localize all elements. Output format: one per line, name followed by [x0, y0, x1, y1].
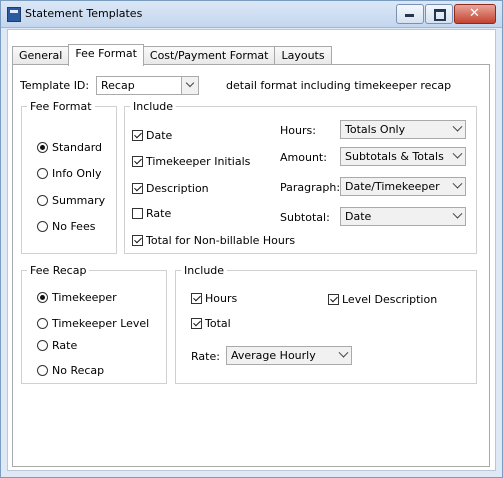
- subtotal-label: Subtotal:: [280, 211, 330, 224]
- radio-recap-rate-dot: [37, 339, 48, 351]
- check-recap-total-box: [191, 317, 202, 329]
- hours-label: Hours:: [280, 124, 316, 137]
- radio-recap-timekeeper-level-label: Timekeeper Level: [52, 316, 150, 330]
- check-date-box: [132, 129, 143, 141]
- recap-include-title: Include: [184, 264, 225, 277]
- radio-recap-timekeeper-dot: [37, 291, 48, 303]
- check-date-label: Date: [146, 128, 173, 142]
- check-description-label: Description: [146, 181, 209, 195]
- check-rate[interactable]: Rate: [132, 206, 171, 220]
- window-title: Statement Templates: [25, 7, 143, 20]
- check-non-billable-hours-box: [132, 234, 143, 246]
- maximize-button[interactable]: [425, 4, 453, 24]
- tab-general[interactable]: General: [12, 46, 70, 65]
- radio-summary-label: Summary: [52, 193, 106, 207]
- maximize-icon: [434, 9, 446, 21]
- check-level-description-box: [328, 293, 339, 305]
- template-id-value: Recap: [101, 79, 135, 92]
- tab-fee-format[interactable]: Fee Format: [68, 44, 144, 66]
- subtotal-select-value: Date: [345, 210, 372, 223]
- chevron-down-icon: [452, 178, 463, 189]
- hours-select-value: Totals Only: [345, 123, 406, 136]
- chevron-down-icon: [338, 347, 349, 358]
- close-button[interactable]: ✕: [454, 4, 496, 24]
- radio-info-only-dot: [37, 167, 48, 179]
- radio-standard-dot: [37, 141, 48, 153]
- close-icon: ✕: [469, 6, 480, 21]
- template-id-dropdown-button[interactable]: [181, 76, 199, 95]
- amount-select[interactable]: Subtotals & Totals: [340, 147, 466, 166]
- chevron-down-icon: [452, 121, 463, 132]
- check-description[interactable]: Description: [132, 181, 209, 195]
- rate-label: Rate:: [191, 350, 220, 363]
- check-level-description[interactable]: Level Description: [328, 292, 437, 306]
- radio-recap-rate-label: Rate: [52, 338, 78, 352]
- minimize-button[interactable]: [396, 4, 424, 24]
- radio-recap-timekeeper-level[interactable]: Timekeeper Level: [37, 316, 149, 330]
- minimize-icon: [405, 14, 414, 17]
- rate-select-value: Average Hourly: [231, 349, 316, 362]
- radio-standard-label: Standard: [52, 140, 103, 154]
- template-description: detail format including timekeeper recap: [226, 79, 452, 92]
- chevron-down-icon: [185, 78, 195, 88]
- radio-no-recap-label: No Recap: [52, 363, 105, 377]
- paragraph-select[interactable]: Date/Timekeeper: [340, 177, 466, 196]
- check-rate-box: [132, 207, 143, 219]
- check-recap-total-label: Total: [205, 316, 231, 330]
- include-title: Include: [133, 100, 174, 113]
- check-recap-total[interactable]: Total: [191, 316, 231, 330]
- tab-cost-payment-format[interactable]: Cost/Payment Format: [142, 46, 276, 65]
- check-level-description-label: Level Description: [342, 292, 438, 306]
- radio-recap-rate[interactable]: Rate: [37, 338, 77, 352]
- check-timekeeper-initials-label: Timekeeper Initials: [146, 154, 251, 168]
- title-bar[interactable]: Statement Templates ✕: [1, 1, 502, 28]
- radio-info-only-label: Info Only: [52, 166, 102, 180]
- fee-format-title: Fee Format: [30, 100, 92, 113]
- amount-select-value: Subtotals & Totals: [345, 150, 444, 163]
- radio-summary-dot: [37, 194, 48, 206]
- template-id-label: Template ID:: [20, 79, 90, 92]
- rate-select[interactable]: Average Hourly: [226, 346, 352, 365]
- radio-no-recap[interactable]: No Recap: [37, 363, 104, 377]
- chevron-down-icon: [452, 208, 463, 219]
- radio-recap-timekeeper[interactable]: Timekeeper: [37, 290, 117, 304]
- radio-no-fees-dot: [37, 220, 48, 232]
- check-timekeeper-initials-box: [132, 155, 143, 167]
- check-recap-hours-box: [191, 292, 202, 304]
- check-non-billable-hours-label: Total for Non-billable Hours: [146, 233, 296, 247]
- radio-no-fees-label: No Fees: [52, 219, 96, 233]
- radio-recap-timekeeper-level-dot: [37, 317, 48, 329]
- window-controls: ✕: [396, 4, 496, 24]
- check-non-billable-hours[interactable]: Total for Non-billable Hours: [132, 233, 295, 247]
- radio-info-only[interactable]: Info Only: [37, 166, 102, 180]
- subtotal-select[interactable]: Date: [340, 207, 466, 226]
- chevron-down-icon: [452, 148, 463, 159]
- app-icon: [7, 7, 21, 22]
- check-rate-label: Rate: [146, 206, 172, 220]
- paragraph-label: Paragraph:: [280, 181, 341, 194]
- hours-select[interactable]: Totals Only: [340, 120, 466, 139]
- check-recap-hours-label: Hours: [205, 291, 238, 305]
- radio-recap-timekeeper-label: Timekeeper: [52, 290, 117, 304]
- tab-layouts[interactable]: Layouts: [274, 46, 332, 65]
- amount-label: Amount:: [280, 151, 327, 164]
- check-date[interactable]: Date: [132, 128, 172, 142]
- paragraph-select-value: Date/Timekeeper: [345, 180, 440, 193]
- check-timekeeper-initials[interactable]: Timekeeper Initials: [132, 154, 250, 168]
- check-description-box: [132, 182, 143, 194]
- radio-standard[interactable]: Standard: [37, 140, 102, 154]
- radio-no-recap-dot: [37, 364, 48, 376]
- fee-recap-title: Fee Recap: [30, 264, 87, 277]
- check-recap-hours[interactable]: Hours: [191, 291, 237, 305]
- tab-strip: General Fee Format Cost/Payment Format L…: [12, 44, 332, 66]
- radio-summary[interactable]: Summary: [37, 193, 105, 207]
- radio-no-fees[interactable]: No Fees: [37, 219, 95, 233]
- template-id-input[interactable]: Recap: [96, 76, 182, 95]
